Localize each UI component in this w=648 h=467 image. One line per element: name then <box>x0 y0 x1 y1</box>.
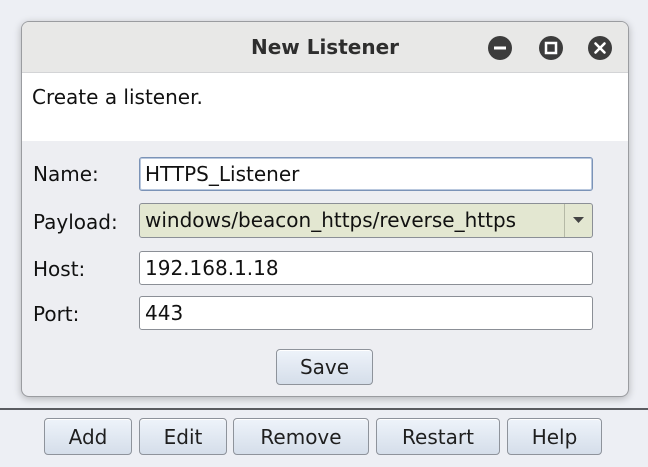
payload-value: windows/beacon_https/reverse_https <box>145 208 517 232</box>
payload-label: Payload: <box>33 210 118 234</box>
dialog-title: New Listener <box>250 35 400 59</box>
name-field[interactable]: HTTPS_Listener <box>139 157 593 191</box>
save-button[interactable]: Save <box>276 349 373 385</box>
host-field[interactable]: 192.168.1.18 <box>139 251 593 285</box>
listener-toolbar: Add Edit Remove Restart Help <box>0 410 648 467</box>
remove-button[interactable]: Remove <box>233 418 369 455</box>
close-icon[interactable] <box>588 36 612 60</box>
listener-manager: New Listener Create a listener. Name: HT… <box>0 0 648 467</box>
description-panel: Create a listener. <box>22 73 628 141</box>
port-label: Port: <box>33 302 80 326</box>
chevron-down-icon[interactable] <box>564 204 592 237</box>
dialog-description: Create a listener. <box>32 85 203 109</box>
restart-button[interactable]: Restart <box>376 418 500 455</box>
port-field[interactable]: 443 <box>139 296 593 330</box>
edit-button[interactable]: Edit <box>139 418 227 455</box>
new-listener-dialog: New Listener Create a listener. Name: HT… <box>21 21 629 397</box>
name-label: Name: <box>33 162 99 186</box>
minimize-icon[interactable] <box>488 36 512 60</box>
add-button[interactable]: Add <box>44 418 132 455</box>
maximize-icon[interactable] <box>539 36 563 60</box>
host-label: Host: <box>33 257 86 281</box>
dialog-titlebar[interactable]: New Listener <box>22 22 628 73</box>
payload-select[interactable]: windows/beacon_https/reverse_https <box>139 203 593 238</box>
help-button[interactable]: Help <box>507 418 602 455</box>
